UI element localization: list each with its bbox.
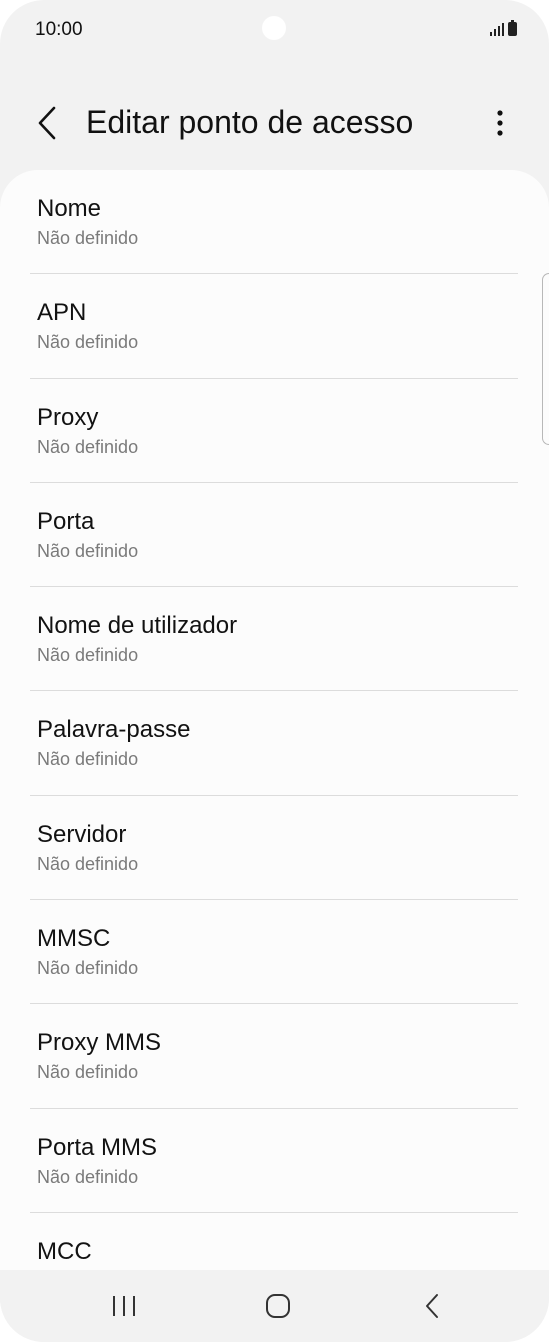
setting-item-mmsc[interactable]: MMSC Não definido [0, 900, 549, 1005]
setting-item-proxy[interactable]: Proxy Não definido [0, 379, 549, 484]
setting-value: Não definido [37, 853, 139, 874]
setting-value: Não definido [37, 645, 139, 666]
status-time: 10:00 [35, 19, 83, 40]
setting-title: MMSC [37, 925, 111, 953]
camera-cutout [262, 16, 286, 40]
setting-item-palavra-passe[interactable]: Palavra-passe Não definido [0, 691, 549, 797]
setting-title: Nome [37, 195, 102, 222]
setting-value: Não definido [37, 1062, 139, 1083]
setting-value: Não definido [37, 228, 139, 248]
recent-apps-button[interactable] [99, 1284, 149, 1328]
setting-item-porta[interactable]: Porta Não definido [0, 483, 549, 588]
chevron-left-icon [38, 106, 56, 140]
setting-value: Não definido [37, 436, 139, 457]
battery-icon [508, 20, 517, 36]
settings-card: Nome Não definido APN Não definido Proxy… [0, 170, 549, 1270]
status-bar: 10:00 [0, 0, 549, 60]
signal-icon [490, 22, 504, 36]
setting-item-mcc[interactable]: MCC [0, 1213, 549, 1270]
setting-title: Nome de utilizador [37, 612, 238, 640]
page-title: Editar ponto de acesso [86, 104, 414, 140]
setting-title: Servidor [37, 820, 127, 848]
setting-item-apn[interactable]: APN Não definido [0, 274, 549, 379]
recent-apps-icon [113, 1296, 135, 1316]
setting-item-nome-de-utilizador[interactable]: Nome de utilizador Não definido [0, 587, 549, 692]
setting-item-nome[interactable]: Nome Não definido [0, 170, 549, 275]
setting-title: Porta MMS [37, 1133, 158, 1161]
phone-screen: 10:00 Editar ponto de acesso Nome Não de… [0, 0, 549, 1342]
setting-title: Porta [37, 507, 95, 535]
back-icon [426, 1294, 438, 1318]
settings-list: Nome Não definido APN Não definido Proxy… [0, 170, 549, 1270]
setting-value: Não definido [37, 958, 139, 979]
setting-title: Palavra-passe [37, 716, 191, 744]
scrollbar[interactable] [542, 273, 549, 445]
setting-item-proxy-mms[interactable]: Proxy MMS Não definido [0, 1004, 549, 1109]
setting-value: Não definido [37, 540, 139, 561]
setting-value: Não definido [37, 1166, 139, 1187]
setting-value: Não definido [37, 332, 139, 353]
home-icon [266, 1294, 290, 1318]
status-icons [490, 20, 517, 36]
setting-title: APN [37, 299, 87, 327]
system-back-button[interactable] [407, 1284, 457, 1328]
navigation-bar [0, 1270, 549, 1342]
more-vertical-icon [497, 110, 503, 136]
setting-item-porta-mms[interactable]: Porta MMS Não definido [0, 1109, 549, 1214]
setting-title: Proxy MMS [37, 1029, 162, 1057]
back-button[interactable] [26, 102, 68, 144]
setting-value: Não definido [37, 749, 139, 770]
setting-title: Proxy [37, 403, 99, 431]
app-bar: Editar ponto de acesso [0, 90, 549, 156]
more-options-button[interactable] [479, 102, 521, 144]
setting-title: MCC [37, 1237, 92, 1265]
home-button[interactable] [253, 1284, 303, 1328]
setting-item-servidor[interactable]: Servidor Não definido [0, 796, 549, 901]
